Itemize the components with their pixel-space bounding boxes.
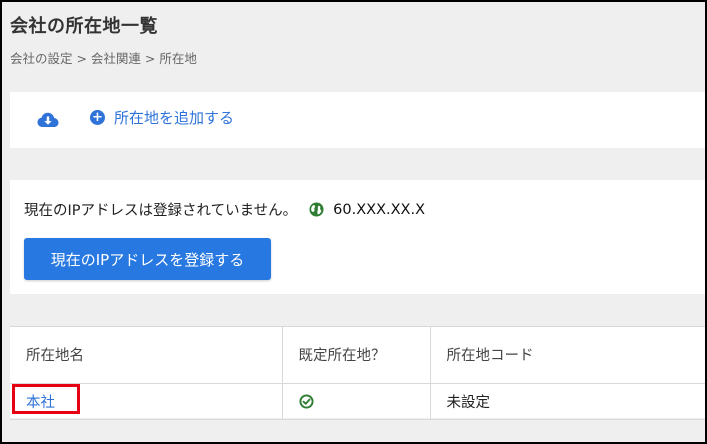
- ip-status-row: 現在のIPアドレスは登録されていません。 60.XXX.XX.X: [24, 199, 425, 220]
- page-header: 会社の所在地一覧: [10, 12, 158, 38]
- app-frame: 会社の所在地一覧 会社の設定 > 会社関連 > 所在地 + 所在地を追加する 現…: [0, 0, 707, 444]
- check-circle-icon: [298, 393, 314, 409]
- default-location-cell: [282, 383, 431, 420]
- table-row: 本社 未設定: [10, 383, 705, 420]
- ip-address-panel: 現在のIPアドレスは登録されていません。 60.XXX.XX.X 現在のIPアド…: [10, 180, 705, 294]
- table-header-row: 所在地名 既定所在地？ 所在地コード: [10, 327, 705, 384]
- column-header-name: 所在地名: [10, 327, 283, 384]
- register-ip-button[interactable]: 現在のIPアドレスを登録する: [24, 238, 271, 280]
- add-location-button[interactable]: + 所在地を追加する: [90, 107, 234, 128]
- plus-circle-icon: +: [90, 110, 105, 125]
- location-code-cell: 未設定: [430, 383, 705, 420]
- ip-status-message: 現在のIPアドレスは登録されていません。: [24, 203, 298, 219]
- globe-icon: [309, 202, 324, 217]
- breadcrumb[interactable]: 会社の設定 > 会社関連 > 所在地: [10, 48, 197, 67]
- toolbar: + 所在地を追加する: [10, 92, 705, 148]
- page-title: 会社の所在地一覧: [10, 16, 158, 37]
- column-header-code: 所在地コード: [430, 327, 705, 384]
- locations-table-container: 所在地名 既定所在地？ 所在地コード 本社 未設定: [10, 326, 705, 420]
- highlight-box: [12, 383, 80, 414]
- location-name-cell: 本社: [10, 383, 283, 420]
- location-name-link[interactable]: 本社: [12, 383, 80, 414]
- cloud-download-icon: [37, 112, 59, 127]
- ip-address-value: 60.XXX.XX.X: [333, 201, 426, 218]
- download-button[interactable]: [36, 108, 60, 132]
- column-header-default: 既定所在地？: [282, 327, 431, 384]
- add-location-label: 所在地を追加する: [114, 109, 235, 127]
- locations-table: 所在地名 既定所在地？ 所在地コード 本社 未設定: [10, 327, 705, 420]
